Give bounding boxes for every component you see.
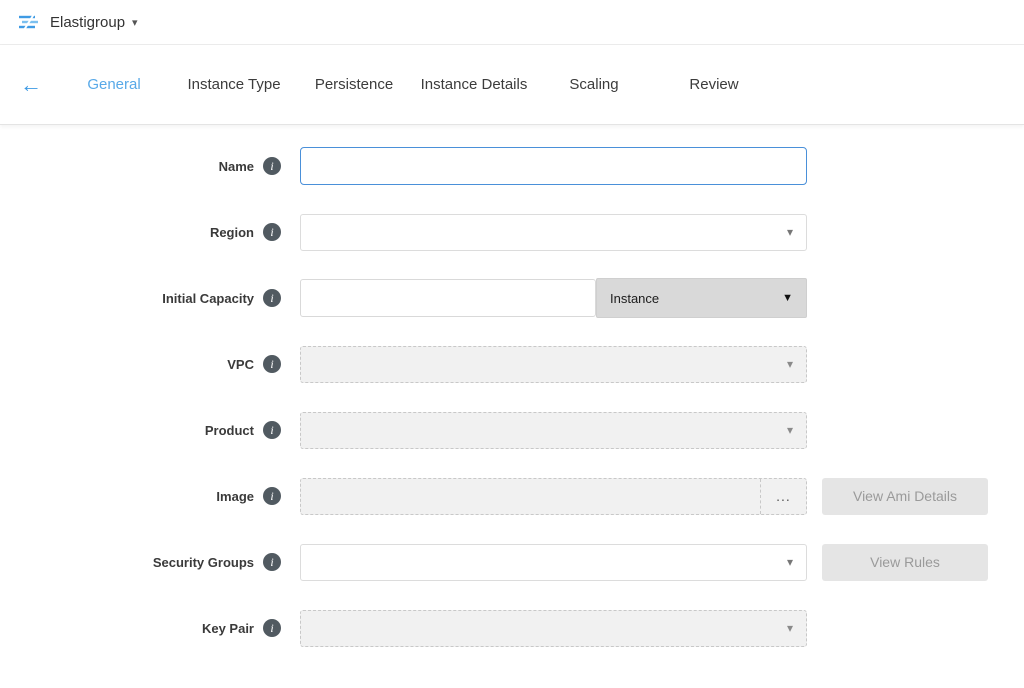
region-select[interactable]: ▾ <box>300 214 807 251</box>
chevron-down-icon: ▾ <box>787 225 793 239</box>
info-icon[interactable]: i <box>263 355 281 373</box>
wizard-tabs: General Instance Type Persistence Instan… <box>54 70 774 99</box>
tab-review[interactable]: Review <box>654 70 774 99</box>
chevron-down-icon[interactable]: ▾ <box>132 16 138 29</box>
general-settings-form: Name i Region i ▾ Initial Capacity i Ins <box>0 125 1024 661</box>
chevron-down-icon: ▾ <box>787 423 793 437</box>
image-field-value <box>301 479 760 514</box>
tab-scaling[interactable]: Scaling <box>534 70 654 99</box>
name-input[interactable] <box>300 147 807 185</box>
form-row-vpc: VPC i ▾ <box>0 331 1024 397</box>
info-icon[interactable]: i <box>263 289 281 307</box>
tab-persistence[interactable]: Persistence <box>294 70 414 99</box>
form-row-security-groups: Security Groups i ▾ View Rules <box>0 529 1024 595</box>
security-groups-label: Security Groups <box>153 555 254 570</box>
form-row-key-pair: Key Pair i ▾ <box>0 595 1024 661</box>
chevron-down-icon: ▾ <box>787 621 793 635</box>
image-field: ... <box>300 478 807 515</box>
info-icon[interactable]: i <box>263 157 281 175</box>
back-arrow-icon[interactable]: ← <box>20 74 54 96</box>
product-label: Product <box>205 423 254 438</box>
info-icon[interactable]: i <box>263 553 281 571</box>
key-pair-select[interactable]: ▾ <box>300 610 807 647</box>
chevron-down-icon: ▾ <box>787 555 793 569</box>
form-row-product: Product i ▾ <box>0 397 1024 463</box>
security-groups-select[interactable]: ▾ <box>300 544 807 581</box>
initial-capacity-input[interactable] <box>300 279 596 317</box>
info-icon[interactable]: i <box>263 487 281 505</box>
initial-capacity-label: Initial Capacity <box>162 291 254 306</box>
region-label: Region <box>210 225 254 240</box>
image-label: Image <box>216 489 254 504</box>
info-icon[interactable]: i <box>263 223 281 241</box>
elastigroup-logo-icon <box>16 13 42 31</box>
tab-instance-details[interactable]: Instance Details <box>414 70 534 99</box>
tab-instance-type[interactable]: Instance Type <box>174 70 294 99</box>
form-row-name: Name i <box>0 133 1024 199</box>
info-icon[interactable]: i <box>263 421 281 439</box>
top-app-bar: Elastigroup ▾ <box>0 0 1024 45</box>
form-row-initial-capacity: Initial Capacity i Instance ▼ <box>0 265 1024 331</box>
view-rules-button[interactable]: View Rules <box>822 544 988 581</box>
product-select[interactable]: ▾ <box>300 412 807 449</box>
capacity-unit-value: Instance <box>610 291 659 306</box>
info-icon[interactable]: i <box>263 619 281 637</box>
app-title: Elastigroup <box>50 14 125 31</box>
chevron-down-icon: ▾ <box>787 357 793 371</box>
vpc-select[interactable]: ▾ <box>300 346 807 383</box>
tab-general[interactable]: General <box>54 70 174 99</box>
form-row-region: Region i ▾ <box>0 199 1024 265</box>
image-browse-button[interactable]: ... <box>760 479 806 514</box>
vpc-label: VPC <box>227 357 254 372</box>
view-ami-details-button[interactable]: View Ami Details <box>822 478 988 515</box>
key-pair-label: Key Pair <box>202 621 254 636</box>
wizard-tab-bar: ← General Instance Type Persistence Inst… <box>0 45 1024 125</box>
form-row-image: Image i ... View Ami Details <box>0 463 1024 529</box>
capacity-unit-select[interactable]: Instance ▼ <box>596 278 807 318</box>
name-label: Name <box>219 159 254 174</box>
chevron-down-icon: ▼ <box>782 292 793 304</box>
